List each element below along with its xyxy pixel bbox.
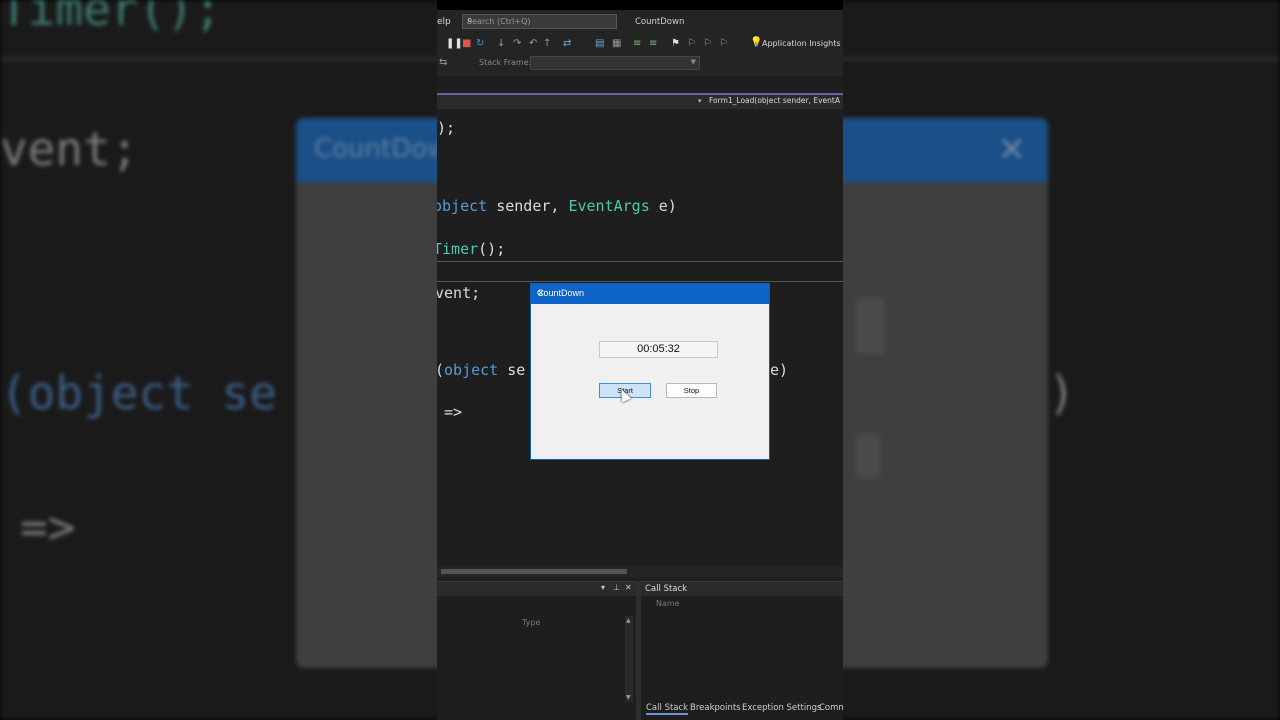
threads-icon[interactable]: ▤: [595, 38, 604, 50]
navigation-bar: ▾ Form1_Load(object sender, EventA: [437, 95, 843, 109]
bottom-tabs: Call Stack Breakpoints Exception Setting…: [641, 700, 843, 718]
scroll-thumb[interactable]: [441, 569, 627, 574]
bookmark-clear-icon[interactable]: ⚐: [719, 38, 728, 50]
chevron-down-icon: ▼: [690, 58, 696, 66]
code-line: =>: [437, 403, 463, 421]
windows-icon[interactable]: ▦: [612, 38, 621, 50]
code-line: vent;: [437, 284, 481, 302]
vertical-scrollbar[interactable]: ▲ ▼: [625, 616, 633, 702]
pin-icon[interactable]: ⊥: [613, 583, 620, 592]
bg-code-line: Timer();: [0, 0, 222, 36]
debug-toolbar: ❚❚ ■ ↻ ↓ ↷ ↶ ↑ ⇄ ▤ ▦ ≡ ≡ ⚑ ⚐ ⚐ ⚐ 💡 Appli…: [437, 34, 843, 54]
separator: [437, 281, 843, 282]
chevron-down-icon[interactable]: ▾: [698, 97, 702, 105]
step-over-icon[interactable]: ↷: [513, 38, 521, 50]
tab-breakpoints[interactable]: Breakpoints: [690, 703, 741, 713]
code-line: );: [437, 119, 456, 137]
uncomment-icon[interactable]: ≡: [649, 38, 657, 50]
stack-frame-toolbar: ⇆ Stack Frame: ▼: [437, 54, 843, 76]
chevron-down-icon[interactable]: ▾: [601, 583, 605, 592]
scroll-up-icon[interactable]: ▲: [626, 617, 631, 624]
bg-ghost-shape: [856, 298, 884, 354]
comment-icon[interactable]: ≡: [633, 38, 641, 50]
method-dropdown[interactable]: Form1_Load(object sender, EventA: [709, 96, 843, 108]
type-column-header: Type: [522, 618, 541, 627]
horizontal-scrollbar[interactable]: [437, 567, 843, 577]
step-out-icon[interactable]: ↑: [543, 38, 551, 50]
search-icon: ⌕: [467, 15, 473, 26]
bg-ghost-shape: [856, 434, 880, 478]
bg-close-icon: ✕: [997, 130, 1027, 170]
bookmark-prev-icon[interactable]: ⚐: [687, 38, 696, 50]
dialog-title-bar[interactable]: CountDown ✕: [531, 284, 769, 304]
stack-frame-dropdown[interactable]: ▼: [530, 56, 700, 70]
locals-panel: ▾ ⊥ ✕ Type ▲ ▼: [437, 581, 636, 720]
step-back-icon[interactable]: ↶: [529, 38, 537, 50]
code-line: (object se: [437, 361, 526, 379]
stop-icon[interactable]: ■: [462, 38, 471, 50]
step-into-icon[interactable]: ↓: [497, 38, 505, 50]
close-icon[interactable]: ✕: [537, 288, 764, 299]
call-stack-panel: Call Stack Name Call Stack Breakpoints E…: [641, 581, 843, 720]
bg-code-line: vent;: [0, 122, 139, 176]
name-column-header: Name: [656, 599, 680, 608]
menu-bar: elp Search (Ctrl+Q) ⌕ CountDown: [437, 10, 843, 34]
menu-help[interactable]: elp: [437, 17, 451, 27]
timer-display: 00:05:32: [599, 341, 718, 358]
bg-code-line: =>: [20, 500, 76, 554]
locals-panel-header: ▾ ⊥ ✕: [437, 582, 636, 596]
scroll-down-icon[interactable]: ▼: [626, 694, 631, 701]
tab-command[interactable]: Comm: [819, 703, 843, 713]
lightbulb-icon: 💡: [750, 37, 763, 48]
bookmark-icon[interactable]: ⚑: [671, 38, 680, 50]
thread-icon: ⇆: [439, 57, 448, 68]
stop-button[interactable]: Stop: [666, 383, 717, 398]
countdown-dialog: CountDown ✕ 00:05:32 Start Stop: [530, 283, 770, 460]
separator: [437, 261, 843, 262]
code-line: Timer();: [437, 240, 506, 258]
solution-title: CountDown: [635, 17, 685, 27]
top-edge: [437, 0, 843, 10]
code-line: e): [770, 361, 789, 379]
application-insights-button[interactable]: Application Insights: [762, 39, 841, 48]
pause-icon[interactable]: ❚❚: [446, 38, 463, 50]
close-icon[interactable]: ✕: [625, 583, 632, 592]
call-stack-title: Call Stack: [641, 582, 843, 596]
stack-frame-label: Stack Frame:: [479, 58, 532, 67]
code-line: object sender, EventArgs e): [437, 197, 677, 215]
bg-code-line: (object se: [0, 366, 277, 420]
bookmark-next-icon[interactable]: ⚐: [703, 38, 712, 50]
restart-icon[interactable]: ↻: [476, 38, 484, 50]
tab-call-stack[interactable]: Call Stack: [646, 703, 689, 715]
tab-exception-settings[interactable]: Exception Settings: [742, 703, 821, 713]
search-input[interactable]: Search (Ctrl+Q) ⌕: [462, 14, 617, 29]
hex-display-icon[interactable]: ⇄: [563, 38, 571, 50]
